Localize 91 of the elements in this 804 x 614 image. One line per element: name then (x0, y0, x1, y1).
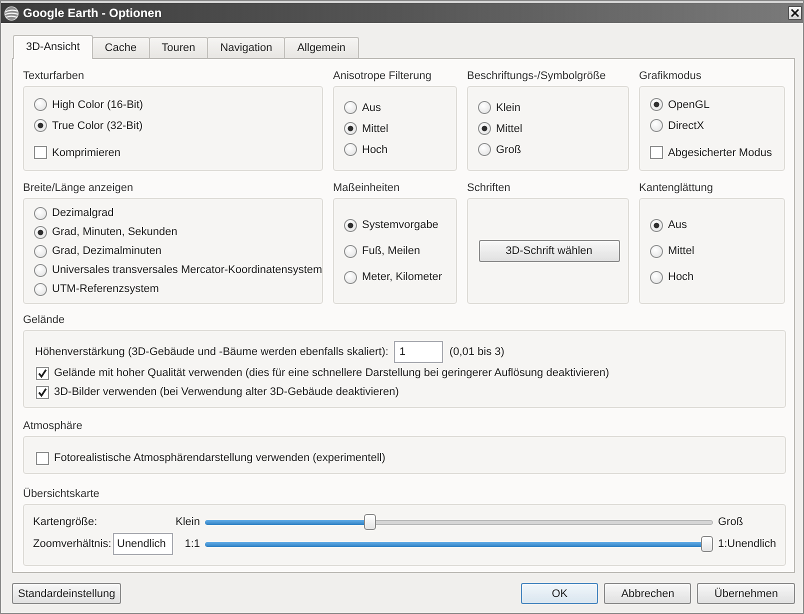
range-hint: (0,01 bis 3) (449, 346, 504, 358)
height-exaggeration-field[interactable]: 1 (394, 341, 444, 363)
option-label[interactable]: Fuß, Meilen (362, 245, 420, 257)
radio-button[interactable] (34, 226, 47, 238)
group-title: Anisotrope Filterung (333, 69, 432, 83)
option-label[interactable]: True Color (32-Bit) (52, 120, 143, 132)
tab[interactable]: Cache (92, 37, 150, 58)
dialog-button[interactable]: Übernehmen (697, 583, 795, 604)
close-button[interactable] (788, 6, 802, 20)
radio-button[interactable] (34, 282, 47, 296)
radio-button[interactable] (650, 218, 663, 232)
field-label: Kartengröße: (33, 516, 98, 528)
radio-button[interactable] (650, 244, 663, 258)
option-label[interactable]: Universales transversales Mercator-Koordinatensystem (52, 264, 322, 276)
dialog-button[interactable]: Abbrechen (604, 583, 692, 604)
option-label[interactable]: Meter, Kilometer (362, 271, 442, 283)
radio-button[interactable] (344, 101, 357, 114)
group-title: Maßeinheiten (333, 181, 400, 195)
option-label[interactable]: Komprimieren (52, 146, 120, 158)
option-label[interactable]: Mittel (362, 122, 388, 134)
radio-button[interactable] (34, 98, 47, 111)
radio-button[interactable] (34, 206, 47, 220)
radio-button[interactable] (344, 122, 357, 135)
option-label[interactable]: Grad, Dezimalminuten (52, 245, 162, 257)
group-title: Kantenglättung (639, 181, 714, 195)
radio-button[interactable] (34, 244, 47, 258)
option-label[interactable]: Fotorealistische Atmosphärendarstellung verwenden (experimentell) (54, 452, 386, 464)
option-label[interactable]: 3D-Bilder verwenden (bei Verwendung alter 3D-Gebäude deaktivieren) (54, 386, 399, 398)
slider-min-label: Klein (176, 516, 201, 528)
radio-button[interactable] (344, 218, 357, 232)
group-title: Schriften (467, 181, 510, 195)
group-title: Atmosphäre (23, 419, 82, 433)
tab[interactable]: Allgemein (284, 37, 359, 58)
radio-button[interactable] (34, 264, 47, 276)
tab[interactable]: 3D-Ansicht (13, 35, 93, 59)
slider-thumb[interactable] (364, 514, 376, 530)
radio-button[interactable] (34, 119, 47, 132)
checkbox[interactable] (650, 146, 663, 159)
radio-button[interactable] (344, 270, 357, 284)
checkbox[interactable] (36, 366, 49, 380)
checkbox[interactable] (36, 386, 49, 398)
option-label[interactable]: Aus (362, 102, 381, 114)
slider-max-label: 1:Unendlich (717, 538, 776, 550)
group-title: Gelände (23, 313, 65, 327)
slider-min-label: 1:1 (184, 538, 201, 550)
radio-button[interactable] (478, 122, 491, 135)
option-label[interactable]: Groß (496, 144, 522, 156)
checkbox[interactable] (34, 146, 47, 159)
field-label: Höhenverstärkung (3D-Gebäude und -Bäume werden ebenfalls skaliert): (35, 346, 388, 358)
option-label[interactable]: Mittel (496, 122, 522, 134)
zoom-ratio-field[interactable]: Unendlich (113, 533, 173, 555)
option-label[interactable]: UTM-Referenzsystem (52, 283, 159, 295)
option-label[interactable]: DirectX (668, 120, 704, 132)
option-label[interactable]: Systemvorgabe (362, 219, 438, 231)
group-title: Breite/Länge anzeigen (23, 181, 134, 195)
option-label[interactable]: Mittel (668, 245, 694, 257)
slider-thumb[interactable] (701, 536, 713, 552)
option-label[interactable]: Gelände mit hoher Qualität verwenden (dies für eine schnellere Darstellung bei geringerer Auflösung deaktivieren) (54, 367, 610, 379)
group-title: Übersichtskarte (23, 487, 100, 501)
radio-button[interactable] (478, 101, 491, 114)
group-title: Beschriftungs-/Symbolgröße (467, 69, 606, 83)
option-label[interactable]: Abgesicherter Modus (668, 146, 772, 158)
radio-button[interactable] (650, 119, 663, 132)
radio-button[interactable] (650, 98, 663, 111)
window-title: Google Earth - Optionen (23, 6, 162, 20)
option-label[interactable]: Hoch (362, 144, 388, 156)
group-title: Texturfarben (23, 69, 84, 83)
dialog-button[interactable]: OK (521, 583, 598, 604)
option-label[interactable]: Grad, Minuten, Sekunden (52, 226, 178, 238)
radio-button[interactable] (478, 143, 491, 156)
radio-button[interactable] (344, 143, 357, 156)
reset-button[interactable]: Standardeinstellung (12, 583, 122, 604)
close-icon (791, 9, 799, 17)
radio-button[interactable] (650, 270, 663, 284)
tab[interactable]: Navigation (207, 37, 286, 58)
option-label[interactable]: Klein (496, 102, 520, 114)
map-size-slider[interactable] (205, 514, 713, 530)
font-button[interactable]: 3D-Schrift wählen (478, 240, 620, 262)
option-label[interactable]: High Color (16-Bit) (52, 98, 144, 110)
group-title: Grafikmodus (639, 69, 702, 83)
checkbox[interactable] (36, 452, 49, 464)
globe-icon (4, 6, 19, 20)
option-label[interactable]: Hoch (668, 271, 694, 283)
field-label: Zoomverhältnis: (33, 538, 112, 550)
option-label[interactable]: Aus (668, 219, 687, 231)
zoom-ratio-slider[interactable] (205, 536, 713, 552)
radio-button[interactable] (344, 244, 357, 258)
option-label[interactable]: OpenGL (668, 98, 710, 110)
tab[interactable]: Touren (148, 37, 208, 58)
slider-max-label: Groß (717, 516, 744, 528)
option-label[interactable]: Dezimalgrad (52, 207, 114, 219)
